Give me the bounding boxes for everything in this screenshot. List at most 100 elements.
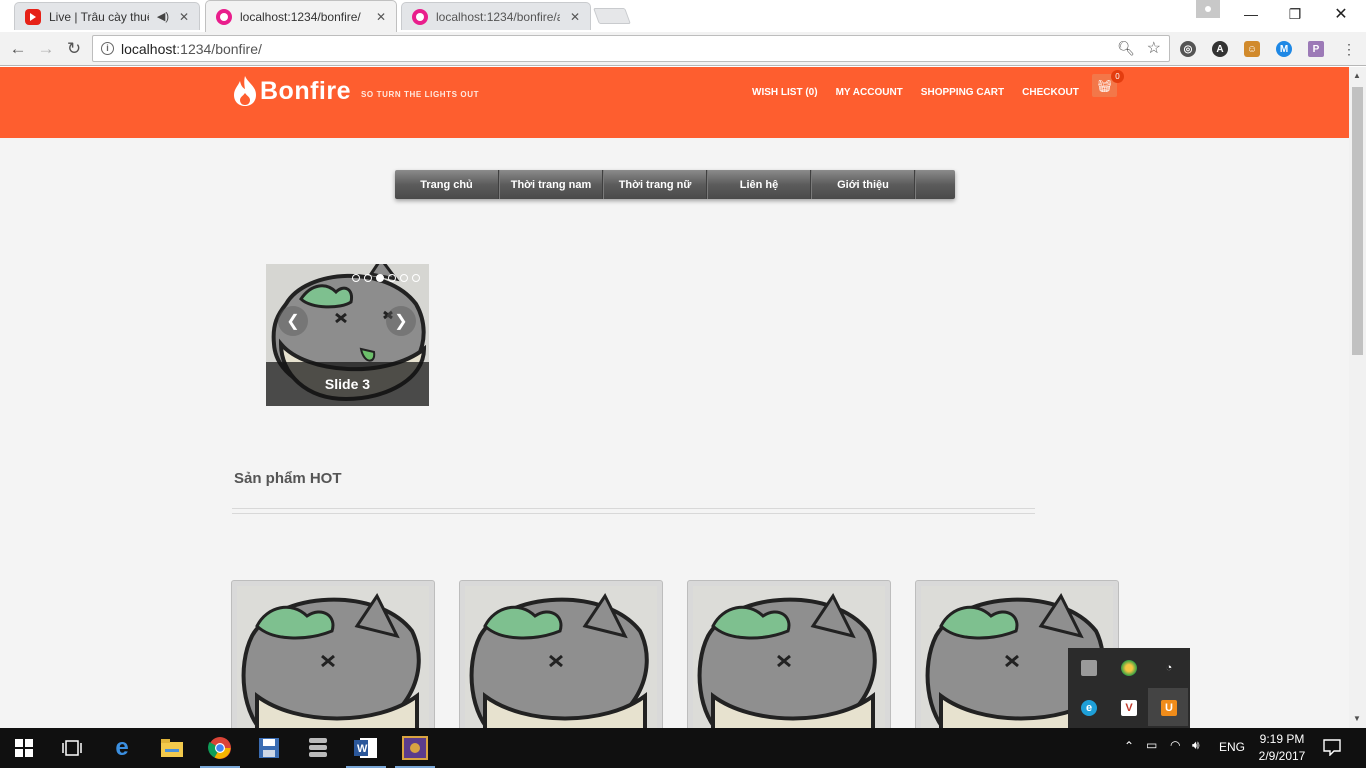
close-tab-icon[interactable]: ✕	[568, 10, 582, 24]
speaker-icon[interactable]: ◀)	[157, 10, 169, 23]
slider-dot[interactable]	[412, 274, 420, 282]
nav-contact[interactable]: Liên hệ	[707, 170, 811, 199]
mouse-tray-icon[interactable]: ◔	[1161, 660, 1177, 676]
close-tab-icon[interactable]: ✕	[177, 10, 191, 24]
product-image[interactable]	[465, 586, 657, 728]
reload-button[interactable]: ↻	[63, 38, 85, 60]
nav-about[interactable]: Giới thiệu	[811, 170, 915, 199]
svg-text:W: W	[357, 743, 368, 755]
minimize-button[interactable]: —	[1228, 0, 1274, 28]
scrollbar-thumb[interactable]	[1352, 87, 1363, 355]
product-image[interactable]	[237, 586, 429, 728]
section-divider	[232, 508, 1035, 514]
game-app-icon[interactable]	[391, 728, 439, 768]
scroll-up-icon[interactable]: ▲	[1353, 71, 1361, 80]
site-header: Bonfire SO TURN THE LIGHTS OUT WISH LIST…	[0, 67, 1349, 138]
forward-button[interactable]: →	[35, 38, 57, 60]
account-links: WISH LIST (0) MY ACCOUNT SHOPPING CART C…	[752, 87, 1079, 98]
extension-circle-icon[interactable]: ◎	[1180, 41, 1196, 57]
extension-a-icon[interactable]: A	[1212, 41, 1228, 57]
volume-icon[interactable]: 🔊︎	[1192, 738, 1200, 753]
word-icon[interactable]: W	[342, 728, 390, 768]
ie-tray-icon[interactable]: e	[1081, 700, 1097, 716]
bookmark-star-icon[interactable]: ☆	[1147, 38, 1161, 58]
tray-overflow-popup: ◔ e V U	[1068, 648, 1190, 728]
product-image[interactable]	[693, 586, 885, 728]
slider-next-button[interactable]: ❯	[386, 306, 416, 336]
tab-title: Live | Trâu cày thuê | f	[49, 9, 149, 24]
cart-count-badge: 0	[1111, 70, 1124, 83]
device-tray-icon[interactable]	[1081, 660, 1097, 676]
taskbar: e W ⌃ ▭ ◠ 🔊︎ ENG 9:19 PM 2/9/2017	[0, 728, 1366, 768]
tab-title: localhost:1234/bonfire/	[240, 9, 361, 24]
clock[interactable]: 9:19 PM 2/9/2017	[1256, 731, 1308, 765]
extension-pdf-icon[interactable]: P	[1308, 41, 1324, 57]
slider-prev-button[interactable]: ❮	[278, 306, 308, 336]
flame-icon	[234, 76, 256, 106]
wifi-icon[interactable]: ◠	[1170, 738, 1180, 752]
extension-m-icon[interactable]: M	[1276, 41, 1292, 57]
back-button[interactable]: ←	[7, 38, 29, 60]
shopping-cart-link[interactable]: SHOPPING CART	[921, 87, 1004, 98]
info-icon[interactable]: i	[101, 42, 114, 55]
address-bar[interactable]: i localhost:1234/bonfire/ 🔍︎ ☆	[92, 35, 1170, 62]
extension-face-icon[interactable]: ☺	[1244, 41, 1260, 57]
image-slider: ❮ ❯ Slide 3	[266, 264, 429, 406]
restore-button[interactable]: ❐	[1272, 0, 1318, 28]
nav-home[interactable]: Trang chủ	[395, 170, 499, 199]
slider-dot-active[interactable]	[376, 274, 384, 282]
close-tab-icon[interactable]: ✕	[374, 10, 388, 24]
checkout-link[interactable]: CHECKOUT	[1022, 87, 1079, 98]
site-icon	[216, 8, 232, 25]
chrome-icon[interactable]	[196, 728, 244, 768]
site-tagline: SO TURN THE LIGHTS OUT	[361, 90, 480, 99]
wish-list-link[interactable]: WISH LIST (0)	[752, 87, 818, 98]
tab-bonfire[interactable]: localhost:1234/bonfire/ ✕	[205, 0, 397, 32]
colorful-tray-icon[interactable]	[1121, 660, 1137, 676]
site-icon	[412, 8, 428, 25]
v-tray-icon[interactable]: V	[1121, 700, 1137, 716]
page-viewport: Bonfire SO TURN THE LIGHTS OUT WISH LIST…	[0, 67, 1349, 728]
slider-dot[interactable]	[388, 274, 396, 282]
nav-women-fashion[interactable]: Thời trang nữ	[603, 170, 707, 199]
language-indicator[interactable]: ENG	[1219, 740, 1245, 754]
main-navigation: Trang chủ Thời trang nam Thời trang nữ L…	[395, 170, 955, 199]
start-icon[interactable]	[0, 728, 48, 768]
scroll-down-icon[interactable]: ▼	[1353, 714, 1361, 723]
slider-dot[interactable]	[352, 274, 360, 282]
hot-products-heading: Sản phẩm HOT	[234, 470, 342, 487]
slider-dot[interactable]	[364, 274, 372, 282]
clock-time: 9:19 PM	[1259, 732, 1305, 746]
product-card[interactable]	[459, 580, 663, 728]
task-view-icon[interactable]	[48, 728, 96, 768]
menu-icon[interactable]: ⋮	[1338, 38, 1360, 60]
browser-tab-strip: Live | Trâu cày thuê | f ◀) ✕ localhost:…	[0, 0, 1366, 32]
notifications-icon[interactable]	[1322, 738, 1342, 757]
page-background	[0, 138, 1349, 728]
zoom-icon[interactable]: 🔍︎	[1117, 40, 1135, 57]
close-window-button[interactable]: ✕	[1318, 0, 1364, 28]
clock-date: 2/9/2017	[1258, 749, 1306, 763]
profile-icon[interactable]	[1196, 0, 1220, 18]
product-card[interactable]	[231, 580, 435, 728]
site-logo[interactable]: Bonfire	[232, 75, 351, 107]
tab-bonfire-admin[interactable]: localhost:1234/bonfire/a ✕	[401, 2, 591, 30]
file-explorer-icon[interactable]	[148, 728, 196, 768]
page-scrollbar[interactable]: ▲ ▼	[1349, 67, 1366, 728]
nav-men-fashion[interactable]: Thời trang nam	[499, 170, 603, 199]
edge-icon[interactable]: e	[98, 728, 146, 768]
browser-toolbar: ← → ↻ i localhost:1234/bonfire/ 🔍︎ ☆ ◎ A…	[0, 32, 1366, 66]
my-account-link[interactable]: MY ACCOUNT	[836, 87, 903, 98]
u-tray-icon[interactable]: U	[1161, 700, 1177, 716]
save-app-icon[interactable]	[245, 728, 293, 768]
brand-name: Bonfire	[260, 76, 351, 105]
url-text: localhost:1234/bonfire/	[121, 41, 262, 57]
new-tab-button[interactable]	[593, 8, 631, 24]
chevron-up-icon[interactable]: ⌃	[1124, 739, 1134, 753]
product-card[interactable]	[687, 580, 891, 728]
battery-icon[interactable]: ▭	[1146, 738, 1157, 752]
tab-title: localhost:1234/bonfire/a	[436, 9, 560, 24]
tab-youtube-live[interactable]: Live | Trâu cày thuê | f ◀) ✕	[14, 2, 200, 30]
slider-dot[interactable]	[400, 274, 408, 282]
stack-app-icon[interactable]	[294, 728, 342, 768]
